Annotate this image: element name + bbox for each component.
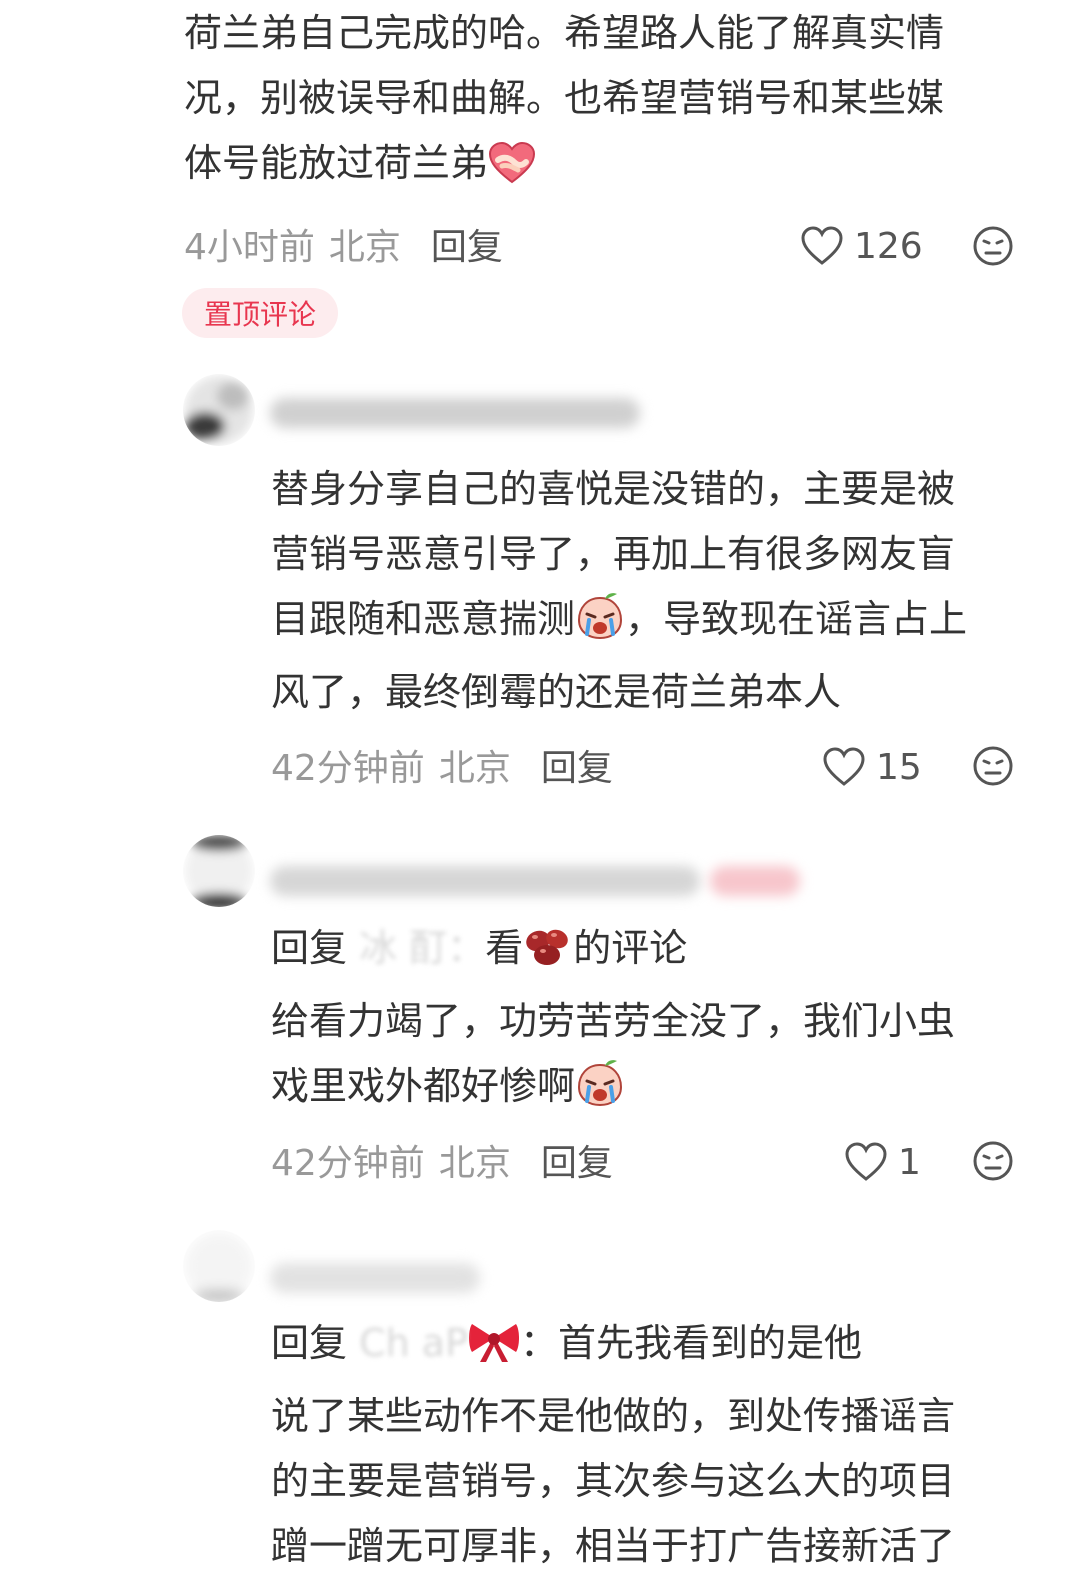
comment-3-line-1: 回复 冰 酊：看 的评论 <box>271 916 955 989</box>
dislike-face-icon[interactable] <box>972 745 1014 787</box>
reply-target-name[interactable]: Ch aP <box>359 1311 468 1376</box>
comment-1-like-count: 126 <box>854 225 923 267</box>
comment-2-time: 42分钟前 <box>271 748 425 789</box>
comment-3-line-2: 给看力竭了，功劳苦劳全没了，我们小虫 <box>271 999 956 1043</box>
comment-2-location: 北京 <box>438 748 511 789</box>
comment-2-line-4: 风了，最终倒霉的还是荷兰弟本人 <box>271 670 842 714</box>
comment-3-like-button[interactable]: 1 <box>844 1137 921 1187</box>
pinned-comment-badge: 置顶评论 <box>182 288 338 338</box>
comment-1-time: 4小时前 <box>184 227 315 268</box>
reply-target-name[interactable]: 冰 酊： <box>359 916 485 981</box>
bow-emoji <box>468 1318 520 1384</box>
comment-2-line-3: 目跟随和恶意揣测 ，导致现在谣言占上 <box>271 587 967 660</box>
comment-list: 荷兰弟自己完成的哈。希望路人能了解真实情 况，别被误导和曲解。也希望营销号和某些… <box>0 0 1079 1569</box>
reply-prefix: 回复 <box>271 1321 348 1365</box>
heart-icon <box>823 747 865 786</box>
dislike-face-icon[interactable] <box>972 1140 1014 1182</box>
comment-1-line-2: 况，别被误导和曲解。也希望营销号和某些媒 <box>184 76 945 120</box>
comment-2-text: 替身分享自己的喜悦是没错的，主要是被 营销号恶意引导了，再加上有很多网友盲 目跟… <box>271 457 967 725</box>
comment-1-line-1: 荷兰弟自己完成的哈。希望路人能了解真实情 <box>184 11 945 55</box>
comment-1-like-button[interactable]: 126 <box>800 221 923 271</box>
comment-2-meta: 42分钟前 北京 回复 <box>271 740 613 790</box>
heart-icon <box>845 1142 887 1181</box>
comment-1-meta: 4小时前 北京 回复 <box>184 219 503 269</box>
reply-prefix: 回复 <box>271 926 348 970</box>
comment-4-line-3: 的主要是营销号，其次参与这么大的项目 <box>271 1459 956 1503</box>
comment-4-line-1: 回复 Ch aP ：首先我看到的是他 <box>271 1311 955 1384</box>
avatar[interactable] <box>183 835 255 907</box>
comment-2-reply-button[interactable]: 回复 <box>541 739 613 791</box>
comment-3-reply-button[interactable]: 回复 <box>541 1134 613 1186</box>
username-blurred[interactable] <box>270 398 640 428</box>
comment-3-meta: 42分钟前 北京 回复 <box>271 1135 613 1185</box>
comment-3-time: 42分钟前 <box>271 1143 425 1184</box>
red-bean-emoji <box>523 924 573 989</box>
comment-1-reply-button[interactable]: 回复 <box>431 218 503 270</box>
comment-3-location: 北京 <box>438 1143 511 1184</box>
comment-2-like-count: 15 <box>876 746 922 788</box>
comment-2-like-button[interactable]: 15 <box>822 742 922 792</box>
comment-4-line-2: 说了某些动作不是他做的，到处传播谣言 <box>271 1394 956 1438</box>
comment-3-like-count: 1 <box>898 1141 921 1183</box>
comment-4-text: 回复 Ch aP ：首先我看到的是他 说了某些动作不是他做的，到处传播谣言 的主… <box>271 1311 955 1569</box>
comment-1-line-3: 体号能放过荷兰弟 <box>184 131 944 204</box>
comment-3-line-3: 戏里戏外都好惨啊 <box>271 1054 955 1127</box>
comment-1-text: 荷兰弟自己完成的哈。希望路人能了解真实情 况，别被误导和曲解。也希望营销号和某些… <box>184 1 944 204</box>
crying-peach-emoji <box>575 1057 625 1127</box>
username-blurred[interactable] <box>270 866 700 896</box>
comment-1-location: 北京 <box>328 227 401 268</box>
crying-peach-emoji <box>575 590 625 660</box>
comment-4-line-4: 蹭一蹭无可厚非，相当于打广告接新活了 <box>271 1524 956 1568</box>
comment-2-line-1: 替身分享自己的喜悦是没错的，主要是被 <box>271 467 956 511</box>
comment-3-text: 回复 冰 酊：看 的评论 给看力竭了，功劳苦劳全没了，我们小虫 戏里戏外都好惨啊 <box>271 916 955 1127</box>
heart-icon <box>801 226 843 265</box>
comment-2-line-2: 营销号恶意引导了，再加上有很多网友盲 <box>271 532 956 576</box>
username-blurred[interactable] <box>270 1263 480 1293</box>
handshake-heart-emoji <box>488 139 536 204</box>
avatar[interactable] <box>183 374 255 446</box>
avatar[interactable] <box>183 1230 255 1302</box>
dislike-face-icon[interactable] <box>972 225 1014 267</box>
user-badge-blurred <box>710 866 800 896</box>
